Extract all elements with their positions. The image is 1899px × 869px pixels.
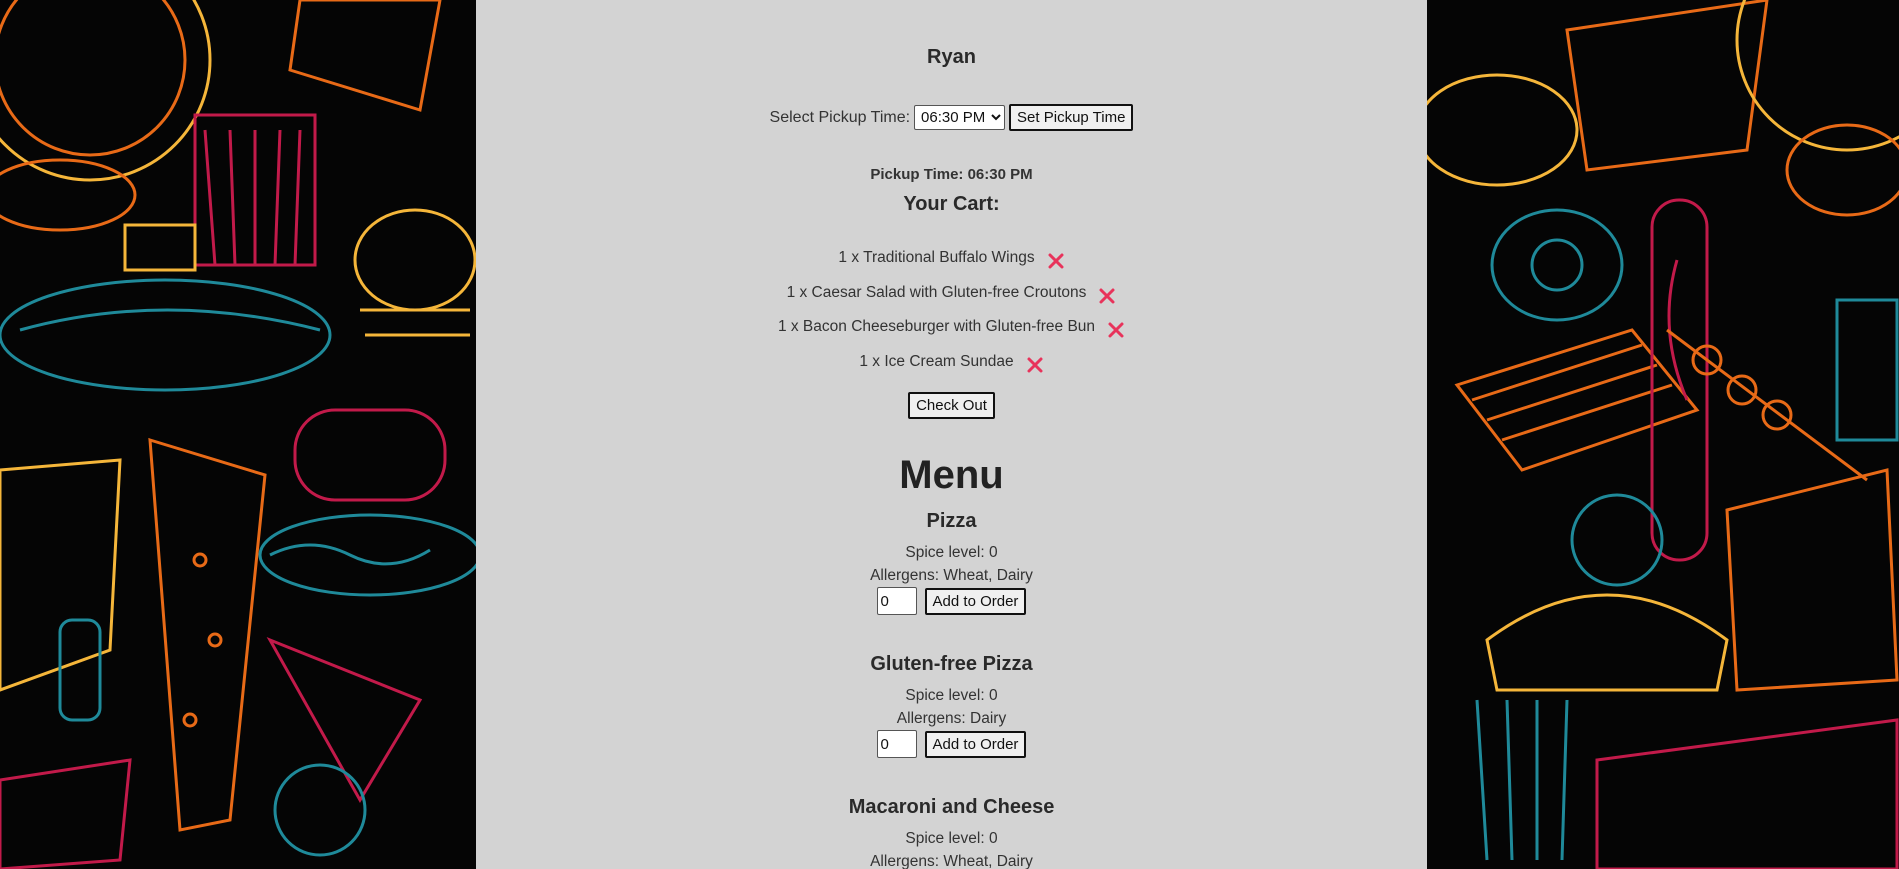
quantity-row: Add to Order	[476, 587, 1427, 615]
set-pickup-time-button[interactable]: Set Pickup Time	[1009, 104, 1134, 131]
cart-title: Your Cart:	[903, 193, 1000, 215]
close-icon[interactable]	[1107, 321, 1125, 339]
checkout-row: Check Out	[476, 392, 1427, 419]
close-icon[interactable]	[1047, 252, 1065, 270]
close-icon[interactable]	[1098, 287, 1116, 305]
main-panel: Ryan Select Pickup Time: 06:30 PM Set Pi…	[476, 0, 1427, 869]
cart-item-text: 1 x Ice Cream Sundae	[859, 352, 1014, 370]
menu-item-name: Pizza	[926, 510, 977, 532]
cart-item: 1 x Caesar Salad with Gluten-free Crouto…	[476, 284, 1427, 319]
pickup-time-display: Pickup Time: 06:30 PM	[870, 166, 1033, 183]
add-to-order-button[interactable]: Add to Order	[924, 587, 1027, 615]
spice-level: Spice level: 0	[905, 544, 998, 561]
cart-item-text: 1 x Traditional Buffalo Wings	[838, 249, 1035, 266]
pickup-time-row: Select Pickup Time: 06:30 PM Set Pickup …	[476, 104, 1427, 131]
allergens: Allergens: Dairy	[896, 710, 1007, 727]
pickup-time-select[interactable]: 06:30 PM	[914, 105, 1006, 130]
pickup-time-label: Select Pickup Time:	[769, 108, 911, 126]
cart-item: 1 x Ice Cream Sundae	[476, 353, 1427, 388]
add-to-order-button[interactable]: Add to Order	[924, 730, 1027, 758]
allergens: Allergens: Wheat, Dairy	[870, 567, 1033, 584]
check-out-button[interactable]: Check Out	[908, 392, 995, 419]
quantity-input[interactable]	[876, 730, 917, 758]
menu-item-name: Gluten-free Pizza	[870, 653, 1033, 675]
quantity-row: Add to Order	[476, 730, 1427, 758]
spice-level: Spice level: 0	[905, 687, 998, 704]
menu-item-name: Macaroni and Cheese	[848, 796, 1055, 818]
cart-item-text: 1 x Bacon Cheeseburger with Gluten-free …	[777, 318, 1096, 335]
close-icon[interactable]	[1026, 356, 1044, 374]
cart-item-text: 1 x Caesar Salad with Gluten-free Crouto…	[786, 283, 1087, 301]
menu-title: Menu	[899, 453, 1004, 497]
menu-item: Gluten-free Pizza Spice level: 0 Allerge…	[476, 653, 1427, 758]
cart-list: 1 x Traditional Buffalo Wings 1 x Caesar…	[476, 249, 1427, 387]
user-name: Ryan	[927, 46, 976, 68]
background-food-pattern-left	[0, 0, 476, 869]
menu-item: Pizza Spice level: 0 Allergens: Wheat, D…	[476, 510, 1427, 615]
background-food-pattern-right	[1427, 0, 1899, 869]
menu-item: Macaroni and Cheese Spice level: 0 Aller…	[476, 796, 1427, 869]
cart-item: 1 x Bacon Cheeseburger with Gluten-free …	[476, 318, 1427, 353]
spice-level: Spice level: 0	[905, 830, 998, 847]
quantity-input[interactable]	[876, 587, 917, 615]
cart-item: 1 x Traditional Buffalo Wings	[476, 249, 1427, 284]
allergens: Allergens: Wheat, Dairy	[870, 853, 1033, 869]
